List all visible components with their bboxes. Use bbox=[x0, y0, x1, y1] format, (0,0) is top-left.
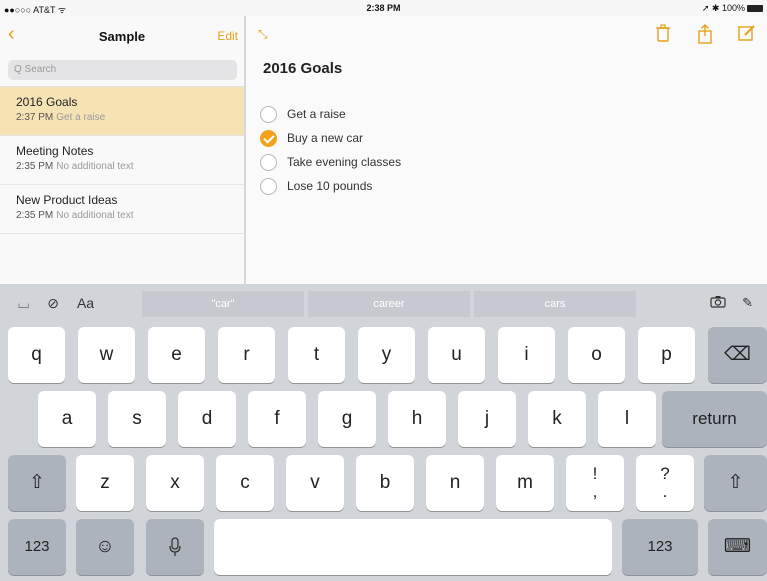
note-time: 2:35 PM bbox=[16, 161, 54, 172]
note-heading: 2016 Goals bbox=[263, 60, 343, 77]
key-top-char: ? bbox=[660, 464, 670, 483]
note-toolbar bbox=[653, 24, 757, 44]
key-d[interactable]: d bbox=[178, 391, 236, 447]
checklist-label[interactable]: Lose 10 pounds bbox=[287, 179, 372, 193]
battery-icon bbox=[747, 5, 763, 12]
folder-title: Sample bbox=[98, 29, 146, 44]
space-key[interactable] bbox=[214, 519, 612, 575]
key-e[interactable]: e bbox=[148, 327, 205, 383]
sketch-icon[interactable]: ✎ bbox=[742, 295, 753, 311]
note-preview: Get a raise bbox=[56, 112, 106, 123]
numbers-key[interactable]: 123 bbox=[8, 519, 66, 575]
checklist-item: Get a raise bbox=[260, 102, 401, 126]
key-g[interactable]: g bbox=[318, 391, 376, 447]
key-i[interactable]: i bbox=[498, 327, 555, 383]
notes-sidebar: ‹ Sample Edit Q Search 2016 Goals 2:37 P… bbox=[0, 16, 245, 284]
key-a[interactable]: a bbox=[38, 391, 96, 447]
key-t[interactable]: t bbox=[288, 327, 345, 383]
microphone-icon[interactable] bbox=[146, 519, 204, 575]
note-time: 2:35 PM bbox=[16, 210, 54, 221]
keyboard-toolbar: ⌴ ⊘ Aa "car" career cars ✎ bbox=[0, 284, 767, 322]
key-u[interactable]: u bbox=[428, 327, 485, 383]
checkbox[interactable] bbox=[260, 153, 277, 171]
numbers-key-right[interactable]: 123 bbox=[622, 519, 698, 575]
checklist: Get a raise Buy a new car Take evening c… bbox=[260, 102, 401, 198]
checklist-icon[interactable]: ⊘ bbox=[47, 295, 59, 312]
note-preview: No additional text bbox=[56, 161, 134, 172]
status-bar: ●●○○○ AT&T ᯤ 2:38 PM ➚ ✱ 100% bbox=[0, 0, 767, 16]
note-editor: ⤡ 2016 Goals Get a raise Buy a new car T… bbox=[246, 16, 767, 284]
key-n[interactable]: n bbox=[426, 455, 484, 511]
key-p[interactable]: p bbox=[638, 327, 695, 383]
checklist-label[interactable]: Take evening classes bbox=[287, 155, 401, 169]
shift-left-key[interactable]: ⇧ bbox=[8, 455, 66, 511]
format-tools: ⌴ ⊘ Aa bbox=[18, 295, 94, 312]
note-title: Meeting Notes bbox=[16, 144, 94, 158]
checkbox[interactable] bbox=[260, 177, 277, 195]
emoji-icon[interactable]: ☺ bbox=[76, 519, 134, 575]
expand-icon[interactable]: ⤡ bbox=[258, 27, 268, 42]
key-o[interactable]: o bbox=[568, 327, 625, 383]
checkbox-checked[interactable] bbox=[260, 129, 277, 147]
list-item[interactable]: New Product Ideas 2:35 PM No additional t… bbox=[0, 185, 244, 234]
share-icon[interactable] bbox=[695, 24, 715, 44]
keyboard: ⌴ ⊘ Aa "car" career cars ✎ q w e r t y u… bbox=[0, 284, 767, 581]
key-q[interactable]: q bbox=[8, 327, 65, 383]
checklist-item: Take evening classes bbox=[260, 150, 401, 174]
suggestion[interactable]: "car" bbox=[142, 291, 304, 317]
key-x[interactable]: x bbox=[146, 455, 204, 511]
key-l[interactable]: l bbox=[598, 391, 656, 447]
insert-tools: ✎ bbox=[710, 295, 753, 311]
checkbox[interactable] bbox=[260, 105, 277, 123]
checklist-label[interactable]: Get a raise bbox=[287, 107, 346, 121]
notes-list: 2016 Goals 2:37 PM Get a raise Meeting No… bbox=[0, 86, 244, 234]
note-time: 2:37 PM bbox=[16, 112, 54, 123]
text-format-icon[interactable]: Aa bbox=[77, 295, 94, 312]
key-y[interactable]: y bbox=[358, 327, 415, 383]
checklist-item: Lose 10 pounds bbox=[260, 174, 401, 198]
keyboard-hide-icon[interactable]: ⌨ bbox=[708, 519, 767, 575]
key-z[interactable]: z bbox=[76, 455, 134, 511]
key-exclaim-comma[interactable]: ! , bbox=[566, 455, 624, 511]
key-f[interactable]: f bbox=[248, 391, 306, 447]
key-s[interactable]: s bbox=[108, 391, 166, 447]
key-w[interactable]: w bbox=[78, 327, 135, 383]
list-item[interactable]: Meeting Notes 2:35 PM No additional text bbox=[0, 136, 244, 185]
checklist-item: Buy a new car bbox=[260, 126, 401, 150]
edit-button[interactable]: Edit bbox=[217, 29, 238, 43]
note-preview: No additional text bbox=[56, 210, 134, 221]
suggestion[interactable]: cars bbox=[474, 291, 636, 317]
key-question-period[interactable]: ? . bbox=[636, 455, 694, 511]
backspace-key[interactable]: ⌫ bbox=[708, 327, 767, 383]
shift-right-key[interactable]: ⇧ bbox=[704, 455, 767, 511]
key-b[interactable]: b bbox=[356, 455, 414, 511]
key-h[interactable]: h bbox=[388, 391, 446, 447]
key-j[interactable]: j bbox=[458, 391, 516, 447]
clock: 2:38 PM bbox=[366, 3, 401, 13]
camera-icon[interactable] bbox=[710, 295, 726, 311]
key-bottom-char: . bbox=[662, 482, 668, 501]
key-bottom-char: , bbox=[592, 482, 598, 501]
list-item[interactable]: 2016 Goals 2:37 PM Get a raise bbox=[0, 87, 244, 136]
search-input[interactable]: Q Search bbox=[8, 60, 237, 80]
note-title: 2016 Goals bbox=[16, 95, 78, 109]
key-v[interactable]: v bbox=[286, 455, 344, 511]
suggestion[interactable]: career bbox=[308, 291, 470, 317]
table-icon[interactable]: ⌴ bbox=[18, 295, 29, 312]
key-r[interactable]: r bbox=[218, 327, 275, 383]
key-m[interactable]: m bbox=[496, 455, 554, 511]
key-top-char: ! bbox=[592, 464, 598, 483]
checklist-label[interactable]: Buy a new car bbox=[287, 131, 363, 145]
note-title: New Product Ideas bbox=[16, 193, 118, 207]
compose-icon[interactable] bbox=[737, 24, 757, 44]
battery-status: ➚ ✱ 100% bbox=[702, 3, 763, 14]
return-key[interactable]: return bbox=[662, 391, 767, 447]
key-c[interactable]: c bbox=[216, 455, 274, 511]
sidebar-navbar: ‹ Sample Edit bbox=[0, 16, 244, 54]
key-k[interactable]: k bbox=[528, 391, 586, 447]
trash-icon[interactable] bbox=[653, 24, 673, 44]
